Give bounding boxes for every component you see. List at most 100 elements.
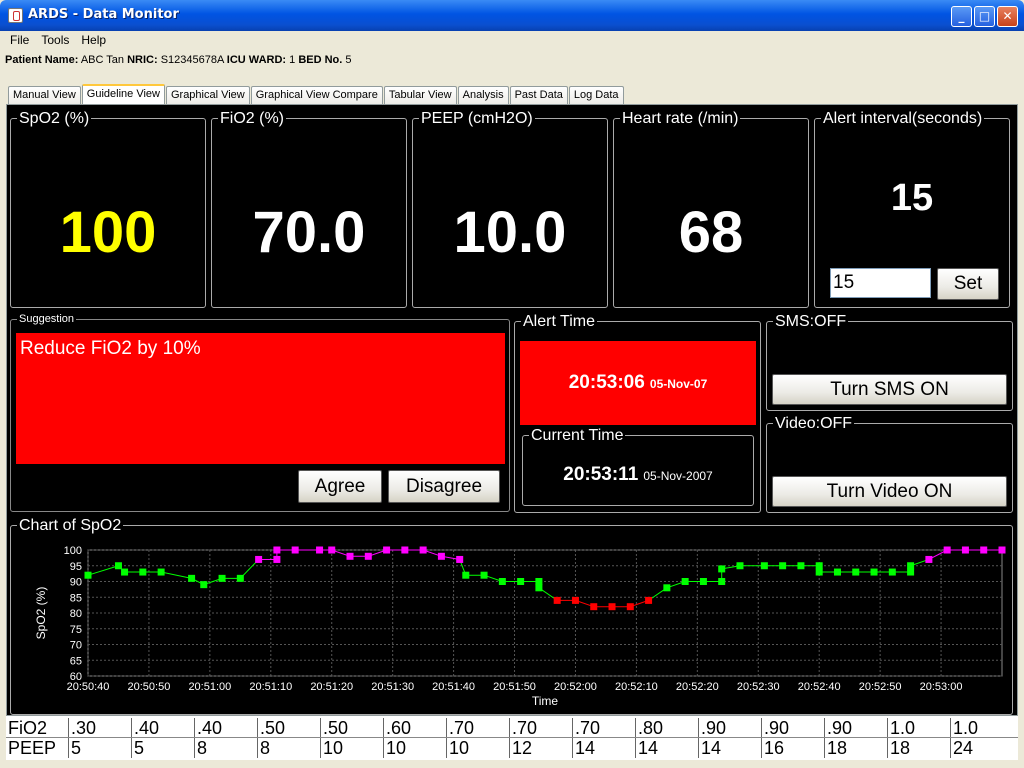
spo2-title: SpO2 (%) xyxy=(17,110,92,128)
table-cell: 1.0 xyxy=(887,718,950,738)
settings-table: FiO2 .30.40.40.50.50.60.70.70.70.80.90.9… xyxy=(6,716,1018,760)
data-point xyxy=(188,574,196,582)
data-point xyxy=(139,568,147,576)
x-tick-label: 20:52:00 xyxy=(554,681,597,693)
title-bar[interactable]: ARDS - Data Monitor _ □ ✕ xyxy=(0,0,1024,31)
table-cell: .50 xyxy=(320,718,383,738)
set-button[interactable]: Set xyxy=(937,268,999,300)
menu-file[interactable]: File xyxy=(4,31,35,49)
alert-interval-input[interactable] xyxy=(830,268,931,298)
data-point xyxy=(699,578,707,585)
alert-date-value: 05-Nov-07 xyxy=(649,377,708,391)
turn-video-on-button[interactable]: Turn Video ON xyxy=(772,476,1007,507)
x-axis-label: Time xyxy=(532,694,559,708)
spo2-value: 100 xyxy=(59,200,157,265)
alert-time-box: 20:53:06 05-Nov-07 xyxy=(520,341,756,425)
table-cell: .90 xyxy=(824,718,887,738)
suggestion-title: Suggestion xyxy=(17,313,77,326)
table-cell: .50 xyxy=(257,718,320,738)
tab-bar: Manual View Guideline View Graphical Vie… xyxy=(8,84,625,105)
data-point xyxy=(346,552,354,560)
tab-graphical-view-compare[interactable]: Graphical View Compare xyxy=(250,86,383,105)
spo2-chart: 606570758085909510020:50:40 20:50:50 20:51… xyxy=(34,545,1006,708)
data-point xyxy=(718,565,726,573)
tab-tabular-view[interactable]: Tabular View xyxy=(383,86,457,105)
menu-tools[interactable]: Tools xyxy=(35,31,75,49)
x-tick-label: 20:53:00 xyxy=(920,681,963,693)
x-tick-label: 20:52:10 xyxy=(615,681,658,693)
x-tick-label: 20:52:20 xyxy=(676,681,719,693)
heart-rate-value: 68 xyxy=(678,200,744,265)
data-point xyxy=(608,603,616,611)
data-point xyxy=(121,568,129,576)
table-cell: .70 xyxy=(572,718,635,738)
data-point xyxy=(663,584,671,592)
tab-past-data[interactable]: Past Data xyxy=(509,86,568,105)
table-cell: 5 xyxy=(131,738,194,758)
y-tick-label: 75 xyxy=(70,624,82,636)
bed-label: BED No. xyxy=(298,54,343,66)
tab-manual-view[interactable]: Manual View xyxy=(8,86,81,105)
patient-name-label: Patient Name: xyxy=(5,54,79,66)
nric-value: S12345678A xyxy=(160,54,224,66)
menu-help[interactable]: Help xyxy=(75,31,112,49)
table-cell: 8 xyxy=(194,738,257,758)
agree-button[interactable]: Agree xyxy=(298,470,382,503)
data-point xyxy=(316,546,324,554)
table-cell: 24 xyxy=(950,738,1013,758)
close-button[interactable]: ✕ xyxy=(997,6,1018,27)
y-tick-label: 80 xyxy=(70,608,82,620)
data-point xyxy=(961,546,969,554)
x-tick-label: 20:52:30 xyxy=(737,681,780,693)
table-cell: 5 xyxy=(68,738,131,758)
table-cell: .80 xyxy=(635,718,698,738)
peep-row-label: PEEP xyxy=(8,738,57,758)
turn-sms-on-button[interactable]: Turn SMS ON xyxy=(772,374,1007,405)
maximize-icon: □ xyxy=(978,9,991,23)
data-point xyxy=(236,574,244,582)
x-tick-label: 20:50:40 xyxy=(67,681,110,693)
data-point xyxy=(681,578,689,585)
minimize-icon: _ xyxy=(958,9,965,23)
data-point xyxy=(535,578,543,585)
table-cell: 10 xyxy=(446,738,509,758)
data-point xyxy=(626,603,634,611)
y-axis-label: SpO2 (%) xyxy=(34,587,48,640)
suggestion-box: Reduce FiO2 by 10% xyxy=(16,333,505,464)
data-point xyxy=(833,568,841,576)
window-title: ARDS - Data Monitor xyxy=(28,7,179,22)
sms-title: SMS:OFF xyxy=(773,313,849,331)
y-tick-label: 85 xyxy=(70,592,82,604)
data-point xyxy=(498,578,506,585)
data-point xyxy=(760,562,768,570)
data-point xyxy=(736,562,744,570)
table-cell: 14 xyxy=(572,738,635,758)
data-point xyxy=(273,555,281,563)
disagree-button[interactable]: Disagree xyxy=(388,470,500,503)
video-title: Video:OFF xyxy=(773,415,855,433)
table-cell: .90 xyxy=(698,718,761,738)
table-cell: 14 xyxy=(635,738,698,758)
minimize-button[interactable]: _ xyxy=(951,6,972,27)
tab-analysis[interactable]: Analysis xyxy=(457,86,509,105)
data-point xyxy=(273,546,281,554)
tab-guideline-view[interactable]: Guideline View xyxy=(81,84,165,105)
data-point xyxy=(114,562,122,570)
current-time-box: 20:53:11 05-Nov-2007 xyxy=(523,464,753,486)
data-point xyxy=(157,568,165,576)
data-point xyxy=(480,571,488,579)
peep-title: PEEP (cmH2O) xyxy=(419,110,535,128)
bed-value: 5 xyxy=(345,54,352,66)
current-time-panel: Current Time 20:53:11 05-Nov-2007 xyxy=(522,427,754,506)
data-point xyxy=(943,546,951,554)
tab-graphical-view[interactable]: Graphical View xyxy=(165,86,250,105)
data-point xyxy=(535,584,543,592)
data-point xyxy=(419,546,427,554)
table-cell: .30 xyxy=(68,718,131,738)
current-time-title: Current Time xyxy=(529,427,626,445)
heart-rate-panel: Heart rate (/min) 68 xyxy=(613,110,809,308)
alert-time-panel: Alert Time 20:53:06 05-Nov-07 Current Ti… xyxy=(514,313,761,513)
alert-interval-title: Alert interval(seconds) xyxy=(821,110,985,128)
tab-log-data[interactable]: Log Data xyxy=(568,86,624,105)
maximize-button[interactable]: □ xyxy=(974,6,995,27)
